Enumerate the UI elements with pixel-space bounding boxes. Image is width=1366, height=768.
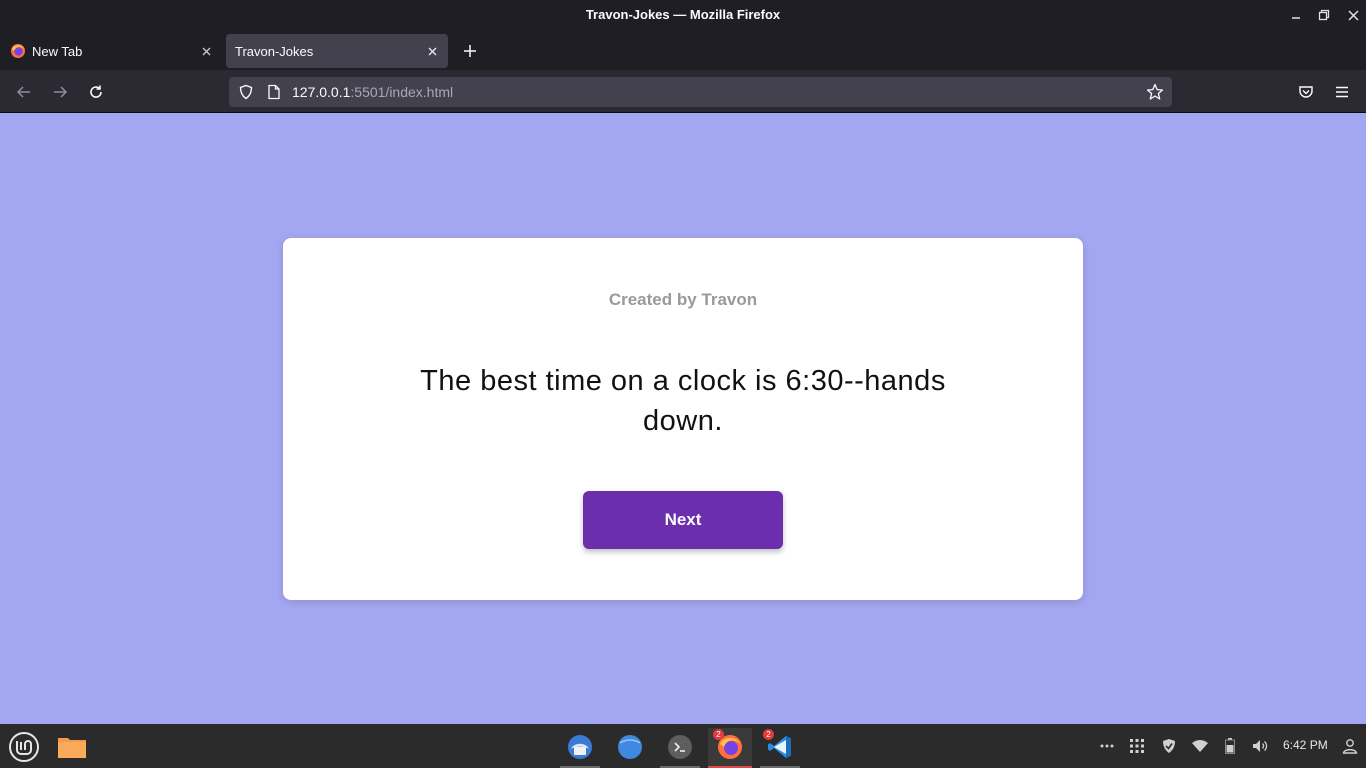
battery-tray[interactable] <box>1222 736 1238 756</box>
globe-icon <box>618 735 642 759</box>
shield-icon[interactable] <box>237 83 255 101</box>
url-text: 127.0.0.1:5501/index.html <box>292 84 453 100</box>
tab-close-button[interactable] <box>422 41 442 61</box>
user-icon <box>1342 739 1358 754</box>
web-app-launcher[interactable] <box>608 728 652 766</box>
clock[interactable]: 6:42 PM <box>1283 738 1328 752</box>
url-path: :5501/index.html <box>350 84 454 100</box>
credit-text: Created by Travon <box>608 290 758 309</box>
update-manager-tray[interactable] <box>1160 736 1178 756</box>
new-tab-button[interactable] <box>458 39 482 63</box>
joke-text: The best time on a clock is 6:30--hands … <box>420 365 946 437</box>
close-icon <box>428 47 436 55</box>
user-menu[interactable] <box>1341 736 1359 756</box>
battery-icon <box>1225 738 1235 754</box>
close-window-button[interactable] <box>1343 5 1363 25</box>
arrow-right-icon <box>54 86 68 98</box>
back-button[interactable] <box>10 78 38 106</box>
workspace-switcher[interactable] <box>1128 736 1146 756</box>
tab-new-tab[interactable]: New Tab <box>2 34 222 68</box>
pocket-icon <box>1299 86 1313 98</box>
window-titlebar: Travon-Jokes — Mozilla Firefox <box>0 0 1366 30</box>
tab-travon-jokes[interactable]: Travon-Jokes <box>226 34 448 68</box>
files-launcher[interactable] <box>50 728 94 766</box>
vscode-launcher[interactable]: 2 <box>758 728 802 768</box>
reload-icon <box>90 85 102 98</box>
page-icon[interactable] <box>265 83 283 101</box>
tray-overflow-button[interactable] <box>1098 736 1116 756</box>
firefox-icon <box>11 44 25 58</box>
taskbar: 2 2 6:42 PM <box>0 724 1366 768</box>
linux-mint-icon <box>9 732 39 762</box>
arrow-left-icon <box>16 86 30 98</box>
restore-icon <box>1318 9 1330 21</box>
terminal-launcher[interactable] <box>658 728 702 768</box>
volume-tray[interactable] <box>1251 736 1269 756</box>
network-tray[interactable] <box>1191 736 1209 756</box>
firefox-launcher[interactable]: 2 <box>708 728 752 768</box>
url-bar[interactable]: 127.0.0.1:5501/index.html <box>229 77 1172 107</box>
shield-check-icon <box>1163 739 1175 753</box>
notification-badge: 2 <box>713 729 724 740</box>
close-icon <box>202 47 210 55</box>
next-button[interactable]: Next <box>583 491 783 549</box>
minimize-button[interactable] <box>1286 5 1306 25</box>
forward-button[interactable] <box>46 78 74 106</box>
reload-button[interactable] <box>82 78 110 106</box>
restore-button[interactable] <box>1314 5 1334 25</box>
tab-label: Travon-Jokes <box>235 43 314 59</box>
navigation-toolbar: 127.0.0.1:5501/index.html <box>0 70 1366 113</box>
speaker-icon <box>1253 740 1268 752</box>
close-icon <box>1347 9 1359 21</box>
thunderbird-icon <box>568 735 592 759</box>
bookmark-star-icon[interactable] <box>1146 83 1164 101</box>
tab-close-button[interactable] <box>196 41 216 61</box>
tab-label: New Tab <box>32 43 83 59</box>
notification-badge: 2 <box>763 729 774 740</box>
mint-menu-button[interactable] <box>2 728 46 766</box>
thunderbird-launcher[interactable] <box>558 728 602 768</box>
hamburger-menu-icon <box>1336 86 1348 98</box>
menu-button[interactable] <box>1328 78 1356 106</box>
tab-strip: New Tab Travon-Jokes <box>0 30 1366 70</box>
joke-card: Created by Travon The best time on a clo… <box>283 238 1083 600</box>
wifi-icon <box>1192 740 1208 752</box>
minimize-icon <box>1292 17 1300 19</box>
plus-icon <box>464 45 476 57</box>
window-title: Travon-Jokes — Mozilla Firefox <box>585 7 781 22</box>
page-viewport: Created by Travon The best time on a clo… <box>0 113 1366 724</box>
folder-icon <box>58 738 86 758</box>
terminal-icon <box>668 735 692 759</box>
pocket-button[interactable] <box>1292 78 1320 106</box>
more-horizontal-icon <box>1100 744 1114 748</box>
grid-icon <box>1130 739 1144 753</box>
url-host: 127.0.0.1 <box>292 84 351 100</box>
